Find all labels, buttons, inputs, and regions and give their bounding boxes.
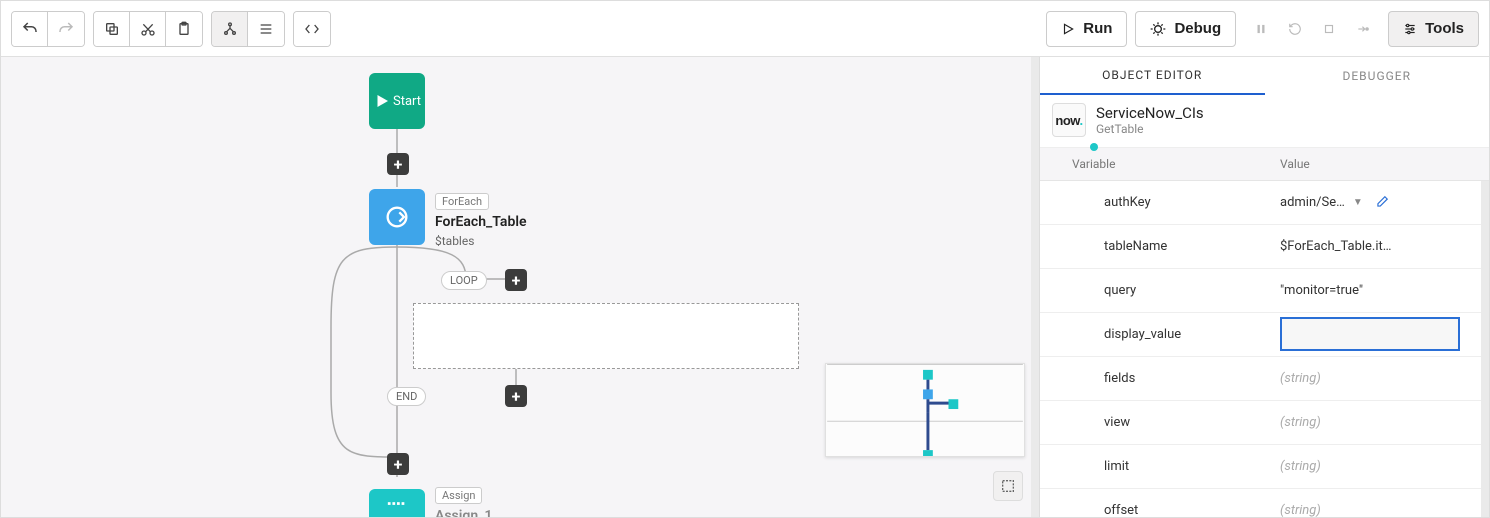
column-header: Variable Value [1040, 148, 1489, 181]
prop-name: fields [1040, 371, 1270, 386]
play-icon [1061, 22, 1075, 36]
panel-header-icon: now [1052, 103, 1086, 137]
minimap[interactable] [825, 363, 1025, 457]
debug-button[interactable]: Debug [1135, 11, 1236, 47]
bug-icon [1150, 21, 1166, 37]
panel-subtitle: GetTable [1096, 122, 1204, 136]
tools-button[interactable]: Tools [1388, 11, 1479, 47]
prop-name: view [1040, 415, 1270, 430]
prop-name: tableName [1040, 239, 1270, 254]
prop-row-authkey[interactable]: authKey admin/Se… ▼ [1040, 181, 1481, 225]
foreach-node[interactable] [369, 189, 425, 245]
tools-label: Tools [1425, 20, 1464, 37]
panel-header: now ServiceNow_CIs GetTable [1040, 95, 1489, 148]
object-editor-panel: OBJECT EDITOR DEBUGGER now ServiceNow_CI… [1039, 57, 1489, 517]
prop-placeholder: (string) [1280, 459, 1321, 474]
prop-placeholder: (string) [1280, 415, 1321, 430]
prop-row-display-value[interactable]: display_value [1040, 313, 1481, 357]
prop-name: limit [1040, 459, 1270, 474]
run-button[interactable]: Run [1046, 11, 1127, 47]
assign-icon [386, 497, 408, 511]
code-view-button[interactable] [294, 12, 330, 46]
pause-button[interactable] [1244, 11, 1278, 47]
paste-button[interactable] [166, 12, 202, 46]
display-value-input[interactable] [1280, 317, 1460, 351]
end-label: END [387, 387, 426, 406]
list-view-button[interactable] [248, 12, 284, 46]
stop-button[interactable] [1312, 11, 1346, 47]
prop-value: $ForEach_Table.it… [1280, 239, 1391, 254]
add-after-snow-button[interactable]: + [505, 385, 527, 407]
redo-button[interactable] [48, 12, 84, 46]
prop-name: query [1040, 283, 1270, 298]
tree-view-button[interactable] [212, 12, 248, 46]
prop-row-limit[interactable]: limit (string) [1040, 445, 1481, 489]
toolbar: Run Debug Tools [1, 1, 1489, 57]
prop-name: display_value [1040, 327, 1270, 342]
prop-row-fields[interactable]: fields (string) [1040, 357, 1481, 401]
add-node-button[interactable]: + [387, 153, 409, 175]
col-value: Value [1270, 157, 1489, 171]
step-button[interactable] [1346, 11, 1380, 47]
restart-button[interactable] [1278, 11, 1312, 47]
prop-row-query[interactable]: query "monitor=true" [1040, 269, 1481, 313]
assign-title: Assign_1 [435, 508, 492, 517]
debug-label: Debug [1174, 20, 1221, 37]
prop-row-tablename[interactable]: tableName $ForEach_Table.it… [1040, 225, 1481, 269]
workflow-canvas[interactable]: Start + ForEach ForEach_Table $tables LO… [1, 57, 1039, 517]
prop-row-view[interactable]: view (string) [1040, 401, 1481, 445]
add-loop-node-button[interactable]: + [505, 269, 527, 291]
minimap-toggle-button[interactable] [993, 471, 1023, 501]
prop-name: offset [1040, 503, 1270, 517]
loop-label: LOOP [441, 271, 487, 290]
assign-type-pill: Assign [435, 487, 482, 504]
cut-button[interactable] [130, 12, 166, 46]
chevron-down-icon[interactable]: ▼ [1353, 197, 1363, 208]
start-label: Start [393, 94, 421, 109]
tab-debugger[interactable]: DEBUGGER [1265, 57, 1490, 95]
copy-button[interactable] [94, 12, 130, 46]
run-label: Run [1083, 20, 1112, 37]
prop-value: "monitor=true" [1280, 283, 1363, 298]
debug-controls [1244, 11, 1380, 47]
panel-title: ServiceNow_CIs [1096, 104, 1204, 122]
prop-name: authKey [1040, 195, 1270, 210]
foreach-sub: $tables [435, 234, 527, 248]
foreach-type-pill: ForEach [435, 193, 489, 210]
loop-icon [383, 203, 411, 231]
add-after-loop-button[interactable]: + [387, 453, 409, 475]
assign-node[interactable] [369, 489, 425, 517]
undo-button[interactable] [12, 12, 48, 46]
selection-icon [1000, 478, 1016, 494]
prop-row-offset[interactable]: offset (string) [1040, 489, 1481, 517]
col-variable: Variable [1040, 157, 1270, 171]
loop-body-container [413, 303, 799, 369]
prop-placeholder: (string) [1280, 371, 1321, 386]
prop-placeholder: (string) [1280, 503, 1321, 517]
play-icon [373, 92, 391, 110]
start-node[interactable]: Start [369, 73, 425, 129]
edit-icon[interactable] [1375, 195, 1389, 209]
prop-value: admin/Se… [1280, 195, 1345, 210]
foreach-title: ForEach_Table [435, 214, 527, 230]
tab-object-editor[interactable]: OBJECT EDITOR [1040, 57, 1265, 95]
sliders-icon [1403, 22, 1417, 36]
